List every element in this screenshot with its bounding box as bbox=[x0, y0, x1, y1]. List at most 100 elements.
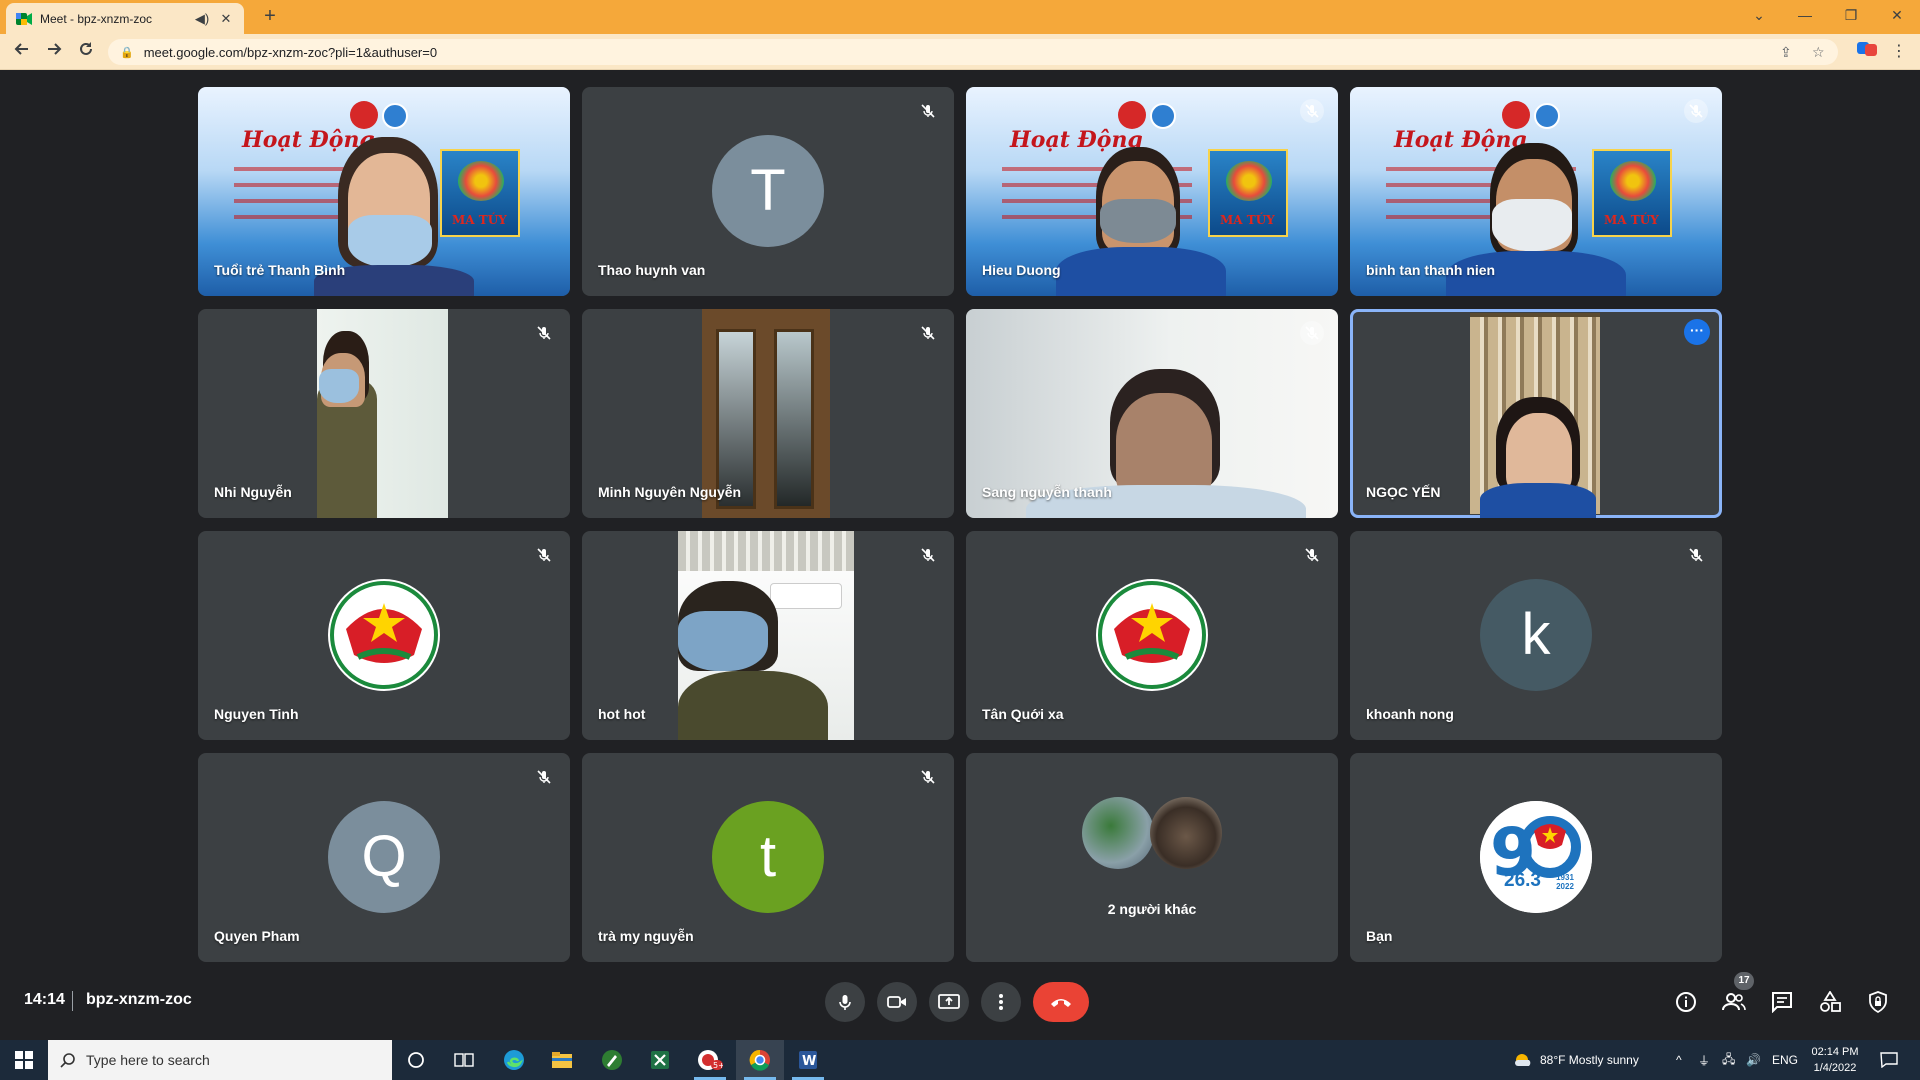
avatar: Q bbox=[328, 801, 440, 913]
others-count-label: 2 người khác bbox=[1107, 901, 1197, 917]
mic-off-icon bbox=[1300, 321, 1324, 345]
mic-off-icon bbox=[916, 543, 940, 567]
participant-name: Tuổi trẻ Thanh Bình bbox=[214, 262, 346, 278]
tab-audio-icon[interactable]: ◀) bbox=[194, 11, 210, 27]
restore-button[interactable]: ❐ bbox=[1828, 0, 1874, 30]
activities-icon[interactable] bbox=[1814, 986, 1846, 1018]
logo-years: 1931 2022 bbox=[1556, 873, 1574, 891]
end-call-icon bbox=[1051, 999, 1071, 1007]
participant-name: binh tan thanh nien bbox=[1366, 262, 1496, 278]
address-bar[interactable]: 🔒 meet.google.com/bpz-xnzm-zoc?pli=1&aut… bbox=[108, 39, 1838, 65]
participant-name: trà my nguyễn bbox=[598, 928, 694, 944]
participant-tile[interactable]: Hoạt Động MA TÚY binh tan thanh nien bbox=[1350, 87, 1722, 296]
avatar: t bbox=[712, 801, 824, 913]
volume-icon[interactable]: 🔊 bbox=[1746, 1040, 1761, 1080]
weather-text: 88°F Mostly sunny bbox=[1540, 1053, 1639, 1067]
participant-name: NGỌC YẾN bbox=[1366, 484, 1441, 500]
browser-tab[interactable]: Meet - bpz-xnzm-zoc ◀) ✕ bbox=[6, 3, 244, 34]
participant-tile[interactable]: Nhi Nguyễn bbox=[198, 309, 570, 518]
other-avatar bbox=[1150, 797, 1222, 869]
tab-close-icon[interactable]: ✕ bbox=[218, 11, 234, 27]
present-screen-icon bbox=[938, 994, 960, 1009]
poster-text: MA TÚY bbox=[452, 213, 507, 227]
more-options-button[interactable] bbox=[981, 982, 1021, 1022]
excel-icon[interactable] bbox=[636, 1040, 684, 1080]
participant-name: Sang nguyễn thanh bbox=[982, 484, 1112, 500]
participant-tile[interactable]: t trà my nguyễn bbox=[582, 753, 954, 962]
mic-button[interactable] bbox=[825, 982, 865, 1022]
avatar: T bbox=[712, 135, 824, 247]
windows-taskbar: Type here to search 5+ W 88°F Mostly sun… bbox=[0, 1040, 1920, 1080]
leave-call-button[interactable] bbox=[1033, 982, 1089, 1022]
camera-button[interactable] bbox=[877, 982, 917, 1022]
participant-tile[interactable]: Minh Nguyên Nguyễn bbox=[582, 309, 954, 518]
bookmark-star-icon[interactable]: ☆ bbox=[1812, 39, 1825, 65]
url-text: meet.google.com/bpz-xnzm-zoc?pli=1&authu… bbox=[143, 44, 438, 60]
network-icon[interactable]: 🖧 bbox=[1722, 1040, 1735, 1080]
participant-name: Thao huynh van bbox=[598, 262, 706, 278]
participant-count-badge: 17 bbox=[1734, 972, 1754, 990]
app-pen-icon[interactable] bbox=[588, 1040, 636, 1080]
minimize-button[interactable]: — bbox=[1782, 0, 1828, 30]
input-language[interactable]: ENG bbox=[1772, 1040, 1798, 1080]
host-controls-icon[interactable] bbox=[1862, 986, 1894, 1018]
participant-name: Bạn bbox=[1366, 928, 1393, 944]
search-icon bbox=[60, 1053, 75, 1068]
back-button[interactable] bbox=[8, 40, 36, 64]
tray-chevron-icon[interactable]: ^ bbox=[1676, 1040, 1682, 1080]
taskbar-search-box[interactable]: Type here to search bbox=[48, 1040, 392, 1080]
camera-icon bbox=[887, 996, 906, 1008]
meeting-details-icon[interactable] bbox=[1670, 986, 1702, 1018]
divider bbox=[72, 991, 73, 1011]
self-tile[interactable]: 9 26.3 1931 2022 Bạn bbox=[1350, 753, 1722, 962]
participant-tile[interactable]: Q Quyen Pham bbox=[198, 753, 570, 962]
share-icon[interactable]: ⇪ bbox=[1780, 39, 1792, 65]
edge-icon[interactable] bbox=[490, 1040, 538, 1080]
participant-tile[interactable]: Hoạt Động MA TÚY Tuổi trẻ Thanh Bình bbox=[198, 87, 570, 296]
close-window-button[interactable]: ✕ bbox=[1874, 0, 1920, 30]
cortana-icon[interactable] bbox=[392, 1040, 440, 1080]
windows-logo-icon bbox=[15, 1051, 33, 1069]
participant-tile[interactable]: k khoanh nong bbox=[1350, 531, 1722, 740]
tab-search-icon[interactable]: ⌄ bbox=[1736, 0, 1782, 30]
tray-usb-icon[interactable]: ⏚ bbox=[1698, 1040, 1710, 1080]
word-icon[interactable]: W bbox=[784, 1040, 832, 1080]
chat-icon[interactable] bbox=[1766, 986, 1798, 1018]
participant-tile[interactable]: hot hot bbox=[582, 531, 954, 740]
search-placeholder: Type here to search bbox=[86, 1052, 210, 1068]
participant-tile[interactable]: Sang nguyễn thanh bbox=[966, 309, 1338, 518]
extension-icon[interactable] bbox=[1854, 40, 1880, 64]
browser-menu-icon[interactable]: ⋮ bbox=[1886, 40, 1912, 64]
zalo-icon[interactable]: 5+ bbox=[686, 1040, 734, 1080]
participant-name: Quyen Pham bbox=[214, 928, 300, 944]
mic-off-icon bbox=[916, 321, 940, 345]
file-explorer-icon[interactable] bbox=[538, 1040, 586, 1080]
taskbar-clock[interactable]: 02:14 PM 1/4/2022 bbox=[1800, 1044, 1870, 1076]
chrome-icon[interactable] bbox=[736, 1040, 784, 1080]
tab-title: Meet - bpz-xnzm-zoc bbox=[40, 11, 153, 26]
participant-tile[interactable]: Nguyen Tinh bbox=[198, 531, 570, 740]
new-tab-button[interactable]: + bbox=[256, 5, 284, 29]
svg-text:5+: 5+ bbox=[713, 1061, 723, 1070]
weather-widget[interactable]: 88°F Mostly sunny bbox=[1512, 1040, 1639, 1080]
avatar-initial: t bbox=[759, 824, 777, 889]
notification-icon[interactable] bbox=[1880, 1040, 1898, 1080]
more-options-icon[interactable]: ··· bbox=[1684, 319, 1710, 345]
people-icon[interactable] bbox=[1718, 986, 1750, 1018]
lock-icon[interactable]: 🔒 bbox=[120, 46, 134, 59]
participant-tile-active[interactable]: ··· NGỌC YẾN bbox=[1350, 309, 1722, 518]
forward-button[interactable] bbox=[40, 40, 68, 64]
participant-tile[interactable]: Hoạt Động MA TÚY Hieu Duong bbox=[966, 87, 1338, 296]
participant-tile[interactable]: Tân Quới xa bbox=[966, 531, 1338, 740]
other-avatar bbox=[1082, 797, 1154, 869]
reload-button[interactable] bbox=[72, 40, 100, 64]
start-button[interactable] bbox=[0, 1040, 48, 1080]
participant-name: khoanh nong bbox=[1366, 706, 1454, 722]
present-screen-button[interactable] bbox=[929, 982, 969, 1022]
participant-tile[interactable]: T Thao huynh van bbox=[582, 87, 954, 296]
task-view-icon[interactable] bbox=[440, 1040, 488, 1080]
others-tile[interactable]: 2 người khác bbox=[966, 753, 1338, 962]
browser-tab-bar: Meet - bpz-xnzm-zoc ◀) ✕ + ⌄ — ❐ ✕ bbox=[0, 0, 1920, 34]
video-feed bbox=[678, 531, 854, 740]
meeting-controls-bar: 14:14 bpz-xnzm-zoc 17 bbox=[0, 965, 1920, 1040]
